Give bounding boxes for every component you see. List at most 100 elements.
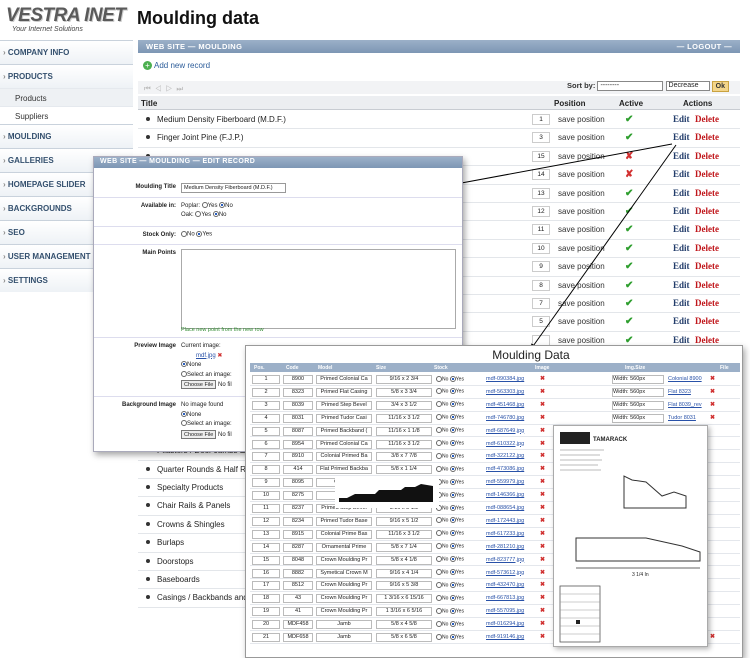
image-link[interactable]: mdf-610322.jpg xyxy=(486,441,524,447)
remove-image-icon[interactable]: ✖ xyxy=(540,465,545,472)
file-link[interactable]: Colonial 8900 xyxy=(668,376,702,382)
image-link[interactable]: mdf-016294.jpg xyxy=(486,621,524,627)
image-link[interactable]: mdf-563303.jpg xyxy=(486,389,524,395)
code-field[interactable]: MDF458 xyxy=(283,620,313,630)
pos-field[interactable]: 19 xyxy=(252,607,280,617)
remove-image-icon[interactable]: ✖ xyxy=(540,607,545,614)
code-field[interactable]: 8048 xyxy=(283,555,313,565)
remove-image-icon[interactable]: ✖ xyxy=(540,543,545,550)
code-field[interactable]: 8287 xyxy=(283,542,313,552)
file-link[interactable]: Tudor 8031 xyxy=(668,415,696,421)
remove-image-icon[interactable]: ✖ xyxy=(540,556,545,563)
image-size-select[interactable]: Width: 560px xyxy=(612,413,664,423)
image-link[interactable]: mdf-146366.jpg xyxy=(486,492,524,498)
remove-image-icon[interactable]: ✖ xyxy=(540,452,545,459)
model-field[interactable]: Primed Step Bevel xyxy=(316,400,372,410)
remove-image-icon[interactable]: ✖ xyxy=(540,478,545,485)
remove-file-icon[interactable]: ✖ xyxy=(710,414,715,421)
remove-image-icon[interactable]: ✖ xyxy=(540,375,545,382)
remove-image-icon[interactable]: ✖ xyxy=(540,530,545,537)
remove-image-icon[interactable]: ✖ xyxy=(540,401,545,408)
remove-file-icon[interactable]: ✖ xyxy=(710,633,715,640)
code-field[interactable]: 8095 xyxy=(283,478,313,488)
image-link[interactable]: mdf-559979.jpg xyxy=(486,479,524,485)
model-field[interactable]: Crown Moulding Pr xyxy=(316,581,372,591)
code-field[interactable]: 414 xyxy=(283,465,313,475)
image-size-select[interactable]: Width: 560px xyxy=(612,375,664,384)
code-field[interactable]: 8954 xyxy=(283,439,313,449)
size-field[interactable]: 9/16 x 5 3/8 xyxy=(376,581,432,591)
remove-image-icon[interactable]: ✖ xyxy=(540,427,545,434)
image-size-select[interactable]: Width: 560px xyxy=(612,387,664,397)
remove-image-icon[interactable]: ✖ xyxy=(540,594,545,601)
model-field[interactable]: Jamb xyxy=(316,620,372,630)
model-field[interactable]: Colonial Primed Ba xyxy=(316,452,372,462)
size-field[interactable]: 1 3/16 x 6 5/16 xyxy=(376,607,432,617)
model-field[interactable]: Crown Moulding Pr xyxy=(316,555,372,565)
remove-image-icon[interactable]: ✖ xyxy=(540,504,545,511)
size-field[interactable]: 1 3/16 x 6 15/16 xyxy=(376,594,432,604)
remove-image-icon[interactable]: ✖ xyxy=(540,581,545,588)
file-link[interactable]: Flat 8323 xyxy=(668,389,691,395)
image-link[interactable]: mdf-573612.jpg xyxy=(486,570,524,576)
pos-field[interactable]: 13 xyxy=(252,529,280,539)
preview-choose-file-button[interactable]: Choose File xyxy=(181,380,217,389)
code-field[interactable]: 8087 xyxy=(283,426,313,436)
code-field[interactable]: 8234 xyxy=(283,516,313,526)
points-textarea[interactable] xyxy=(181,249,456,329)
size-field[interactable]: 11/16 x 1 1/8 xyxy=(376,426,432,436)
code-field[interactable]: 41 xyxy=(283,607,313,617)
size-field[interactable]: 11/16 x 3 1/2 xyxy=(376,529,432,539)
pos-field[interactable]: 7 xyxy=(252,452,280,462)
image-link[interactable]: mdf-746780.jpg xyxy=(486,415,524,421)
image-link[interactable]: mdf-088654.jpg xyxy=(486,505,524,511)
remove-file-icon[interactable]: ✖ xyxy=(710,401,715,408)
model-field[interactable]: Jamb xyxy=(316,633,372,642)
image-link[interactable]: mdf-667813.jpg xyxy=(486,595,524,601)
model-field[interactable]: Primed Backband ( xyxy=(316,426,372,436)
model-field[interactable]: Ornamental Prime xyxy=(316,542,372,552)
model-field[interactable]: Primed Flat Casing xyxy=(316,387,372,397)
image-link[interactable]: mdf-281210.jpg xyxy=(486,544,524,550)
size-field[interactable]: 11/16 x 3 1/2 xyxy=(376,413,432,423)
pos-field[interactable]: 5 xyxy=(252,426,280,436)
size-field[interactable]: 3/8 x 7 7/8 xyxy=(376,452,432,462)
pos-field[interactable]: 1 xyxy=(252,375,280,384)
pos-field[interactable]: 10 xyxy=(252,491,280,501)
code-field[interactable]: 8031 xyxy=(283,413,313,423)
current-image-link[interactable]: mdf.jpg xyxy=(196,353,216,359)
pos-field[interactable]: 4 xyxy=(252,413,280,423)
code-field[interactable]: 8323 xyxy=(283,387,313,397)
size-field[interactable]: 3/4 x 3 1/2 xyxy=(376,400,432,410)
image-link[interactable]: mdf-172443.jpg xyxy=(486,518,524,524)
file-link[interactable]: Flat 8039_rev xyxy=(668,402,702,408)
remove-icon[interactable]: ✖ xyxy=(216,353,222,359)
code-field[interactable]: 8237 xyxy=(283,504,313,513)
size-field[interactable]: 11/16 x 3 1/2 xyxy=(376,439,432,449)
model-field[interactable]: Primed Colonial Ca xyxy=(316,375,372,384)
image-link[interactable]: mdf-919146.jpg xyxy=(486,634,524,640)
image-link[interactable]: mdf-473086.jpg xyxy=(486,466,524,472)
model-field[interactable]: Primed Tudor Base xyxy=(316,516,372,526)
remove-image-icon[interactable]: ✖ xyxy=(540,491,545,498)
pos-field[interactable]: 8 xyxy=(252,465,280,475)
remove-image-icon[interactable]: ✖ xyxy=(540,517,545,524)
image-link[interactable]: mdf-823777.jpg xyxy=(486,557,524,563)
pos-field[interactable]: 2 xyxy=(252,387,280,397)
pos-field[interactable]: 12 xyxy=(252,516,280,526)
model-field[interactable]: Colonial Prime Bas xyxy=(316,529,372,539)
pos-field[interactable]: 15 xyxy=(252,555,280,565)
code-field[interactable]: 8882 xyxy=(283,568,313,578)
pos-field[interactable]: 17 xyxy=(252,581,280,591)
code-field[interactable]: MDF658 xyxy=(283,633,313,642)
size-field[interactable]: 5/8 x 4 1/8 xyxy=(376,555,432,565)
model-field[interactable]: Symetical Crown M xyxy=(316,568,372,578)
pos-field[interactable]: 20 xyxy=(252,620,280,630)
remove-image-icon[interactable]: ✖ xyxy=(540,440,545,447)
image-link[interactable]: mdf-557095.jpg xyxy=(486,608,524,614)
model-field[interactable]: Crown Moulding Pr xyxy=(316,607,372,617)
model-field[interactable]: Primed Tudor Casi xyxy=(316,413,372,423)
size-field[interactable]: 5/8 x 6 5/8 xyxy=(376,633,432,642)
code-field[interactable]: 8910 xyxy=(283,452,313,462)
size-field[interactable]: 5/8 x 4 5/8 xyxy=(376,620,432,630)
